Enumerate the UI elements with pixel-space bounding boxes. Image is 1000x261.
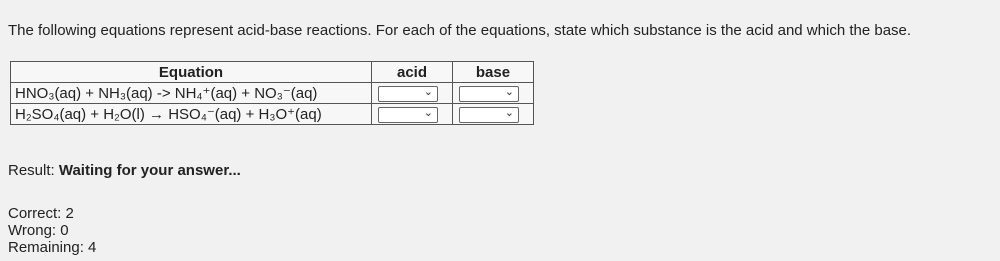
base-select-row-2[interactable]: ⌄ <box>459 106 519 123</box>
result-line: Result: Waiting for your answer... <box>8 162 241 179</box>
remaining-count: Remaining: 4 <box>8 239 97 256</box>
header-equation: Equation <box>10 61 372 83</box>
header-base: base <box>452 61 534 83</box>
acid-select-row-2[interactable]: ⌄ <box>378 106 438 123</box>
table-row: H₂SO₄(aq) + H₂O(l) → HSO₄⁻(aq) + H₃O⁺(aq… <box>10 103 534 125</box>
result-label: Result: <box>8 162 55 179</box>
chevron-down-icon: ⌄ <box>504 85 514 98</box>
correct-count: Correct: 2 <box>8 205 74 222</box>
base-select-row-1[interactable]: ⌄ <box>459 85 519 102</box>
table-row: HNO₃(aq) + NH₃(aq) -> NH₄⁺(aq) + NO₃⁻(aq… <box>10 82 534 104</box>
acid-cell: ⌄ <box>371 82 453 104</box>
header-acid: acid <box>371 61 453 83</box>
chevron-down-icon: ⌄ <box>423 106 433 119</box>
question-text: The following equations represent acid-b… <box>8 22 912 39</box>
chevron-down-icon: ⌄ <box>423 85 433 98</box>
equation-table: Equation acid base HNO₃(aq) + NH₃(aq) ->… <box>10 61 534 125</box>
score-stats: Correct: 2 Wrong: 0 Remaining: 4 <box>8 205 96 256</box>
base-cell: ⌄ <box>452 103 534 125</box>
table-header-row: Equation acid base <box>10 61 534 83</box>
acid-select-row-1[interactable]: ⌄ <box>378 85 438 102</box>
equation-cell: HNO₃(aq) + NH₃(aq) -> NH₄⁺(aq) + NO₃⁻(aq… <box>10 82 372 104</box>
acid-cell: ⌄ <box>371 103 453 125</box>
base-cell: ⌄ <box>452 82 534 104</box>
chevron-down-icon: ⌄ <box>504 106 514 119</box>
result-status: Waiting for your answer... <box>58 162 241 179</box>
wrong-count: Wrong: 0 <box>8 222 69 239</box>
equation-cell: H₂SO₄(aq) + H₂O(l) → HSO₄⁻(aq) + H₃O⁺(aq… <box>10 103 372 125</box>
